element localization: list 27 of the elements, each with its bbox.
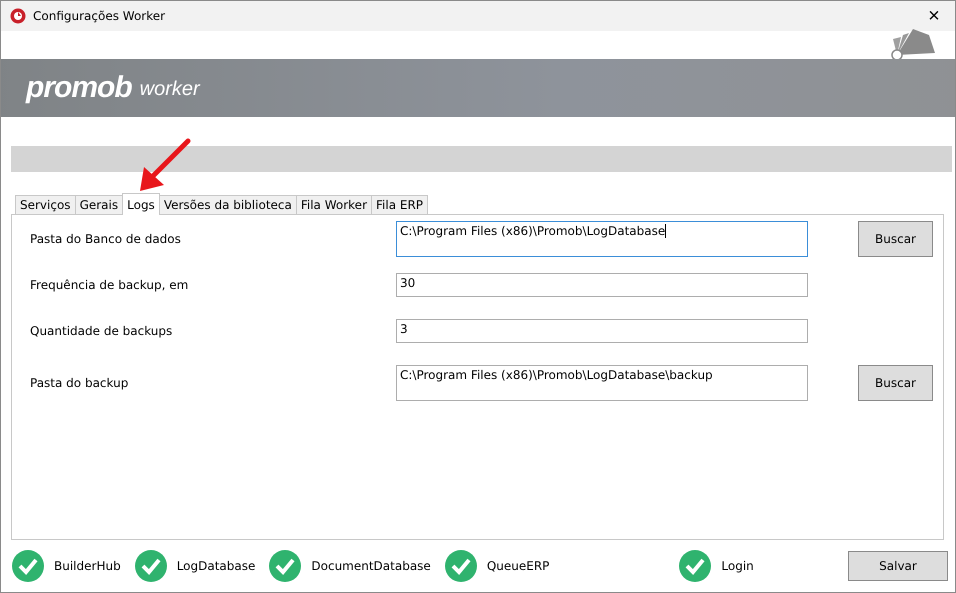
field-label: Frequência de backup, em: [30, 278, 190, 292]
tab[interactable]: Gerais: [74, 195, 124, 214]
app-icon: [10, 8, 26, 24]
field-label: Quantidade de backups: [30, 324, 174, 338]
status-label: Login: [721, 559, 754, 573]
status-label: QueueERP: [486, 559, 550, 573]
status-label: DocumentDatabase: [311, 559, 431, 573]
input-field[interactable]: C:\Program Files (x86)\Promob\LogDatabase\backup: [396, 365, 808, 401]
window-title: Configurações Worker: [33, 9, 166, 23]
browse-button[interactable]: Buscar: [858, 221, 933, 257]
browse-button[interactable]: Buscar: [858, 365, 933, 401]
status-label: LogDatabase: [176, 559, 256, 573]
product-name: worker: [140, 78, 200, 100]
tab[interactable]: Logs: [122, 193, 160, 215]
save-button[interactable]: Salvar: [848, 551, 948, 581]
tab[interactable]: Fila Worker: [296, 195, 372, 214]
input-field[interactable]: C:\Program Files (x86)\Promob\LogDatabase: [396, 221, 808, 257]
brand-logo: promob: [26, 71, 132, 105]
tab[interactable]: Fila ERP: [371, 195, 428, 214]
status-label: BuilderHub: [54, 559, 121, 573]
input-field[interactable]: 3: [396, 319, 808, 343]
field-label: Pasta do Banco de dados: [30, 232, 182, 246]
tab[interactable]: Serviços: [15, 195, 76, 214]
close-button[interactable]: ×: [919, 6, 949, 26]
input-field[interactable]: 30: [396, 273, 808, 297]
tab[interactable]: Versões da biblioteca: [158, 195, 297, 214]
field-label: Pasta do backup: [30, 376, 130, 390]
